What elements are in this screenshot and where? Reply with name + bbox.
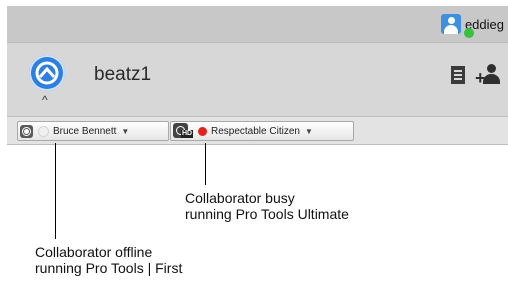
callout-line-busy (205, 143, 206, 185)
callout-busy-line2: running Pro Tools Ultimate (185, 206, 349, 222)
offline-status-icon (38, 125, 49, 137)
user-account[interactable]: eddieg (440, 14, 504, 38)
pro-tools-first-icon (20, 124, 33, 138)
callout-busy: Collaborator busy running Pro Tools Ulti… (185, 190, 349, 222)
callout-offline: Collaborator offline running Pro Tools |… (35, 244, 182, 276)
callout-offline-line2: running Pro Tools | First (35, 260, 183, 276)
callout-offline-line1: Collaborator offline (35, 244, 153, 260)
top-bar: eddieg (7, 6, 508, 42)
session-header: ^ beatz1 + (7, 42, 508, 117)
callout-busy-line1: Collaborator busy (185, 190, 295, 206)
callout-line-offline (55, 143, 56, 239)
session-name: beatz1 (94, 64, 152, 85)
pro-tools-ultimate-hd-icon: HD (173, 123, 194, 139)
collaborator-name: Bruce Bennett (53, 125, 117, 137)
chevron-down-icon[interactable]: ▼ (305, 127, 313, 136)
add-user-icon[interactable]: + (475, 63, 503, 87)
collaborator-chip-bruce-bennett[interactable]: Bruce Bennett ▼ (17, 121, 169, 141)
collaborator-name: Respectable Citizen (211, 125, 300, 137)
collaborator-bar: Bruce Bennett ▼ HD Respectable Citizen ▼ (7, 116, 508, 145)
user-avatar-icon[interactable] (440, 14, 461, 34)
user-online-status-icon (464, 28, 474, 38)
collaborator-chip-respectable-citizen[interactable]: HD Respectable Citizen ▼ (170, 121, 354, 141)
chevron-down-icon[interactable]: ▼ (121, 127, 129, 136)
document-list-icon[interactable] (451, 66, 465, 84)
hd-badge: HD (181, 130, 194, 138)
pro-tools-logo-icon[interactable] (29, 55, 65, 91)
logo-menu-caret-icon[interactable]: ^ (42, 93, 48, 107)
busy-status-icon (198, 126, 207, 136)
